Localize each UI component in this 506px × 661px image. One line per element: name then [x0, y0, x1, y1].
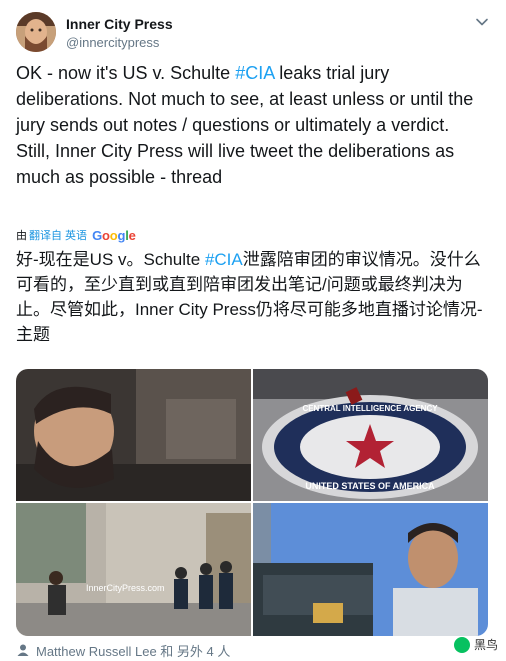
media-grid: CENTRAL INTELLIGENCE AGENCY UNITED STATE…	[16, 369, 488, 636]
author-name[interactable]: Inner City Press	[66, 16, 173, 32]
translated-text: 好-现在是US v。Schulte #CIA泄露陪审团的审议情况。没什么可看的，…	[16, 247, 492, 347]
person-icon	[17, 644, 29, 656]
wechat-icon	[453, 636, 470, 653]
watermark: 黑鸟	[453, 636, 498, 653]
tagged-users[interactable]: Matthew Russell Lee 和 另外 4 人	[16, 640, 490, 660]
translate-link[interactable]: 翻译自 英语	[29, 227, 87, 243]
google-logo: Google	[92, 227, 136, 243]
tweet-text: OK - now it's US v. Schulte #CIA leaks t…	[16, 60, 486, 190]
tweet-header: Inner City Press @innercitypress	[16, 10, 490, 56]
photo-cia-seal[interactable]: CENTRAL INTELLIGENCE AGENCY UNITED STATE…	[253, 369, 488, 501]
translated-text-start: 好-现在是US v。Schulte	[16, 250, 205, 269]
translated-hashtag-link[interactable]: #CIA	[205, 250, 243, 269]
chevron-down-icon[interactable]	[474, 14, 490, 30]
hashtag-link[interactable]: #CIA	[235, 63, 274, 83]
avatar-image	[16, 12, 56, 52]
translated-by-prefix: 由	[16, 230, 27, 242]
photo-man-bearded[interactable]	[16, 369, 251, 501]
photo-courthouse-street[interactable]: InnerCityPress.com	[16, 503, 251, 636]
photo-man-reporter[interactable]	[253, 503, 488, 636]
tweet-text-start: OK - now it's US v. Schulte	[16, 63, 236, 83]
watermark-label: 黑鸟	[473, 638, 498, 652]
seal-text-top: CENTRAL INTELLIGENCE AGENCY	[302, 404, 438, 413]
overlay-text: InnerCityPress.com	[86, 583, 165, 593]
author-handle[interactable]: @innercitypress	[66, 35, 159, 50]
tagged-users-label: Matthew Russell Lee 和 另外 4 人	[36, 643, 231, 659]
seal-text-bottom: UNITED STATES OF AMERICA	[305, 481, 435, 491]
avatar[interactable]	[16, 12, 56, 52]
translated-by: 由 翻译自 英语 Google	[16, 227, 136, 243]
